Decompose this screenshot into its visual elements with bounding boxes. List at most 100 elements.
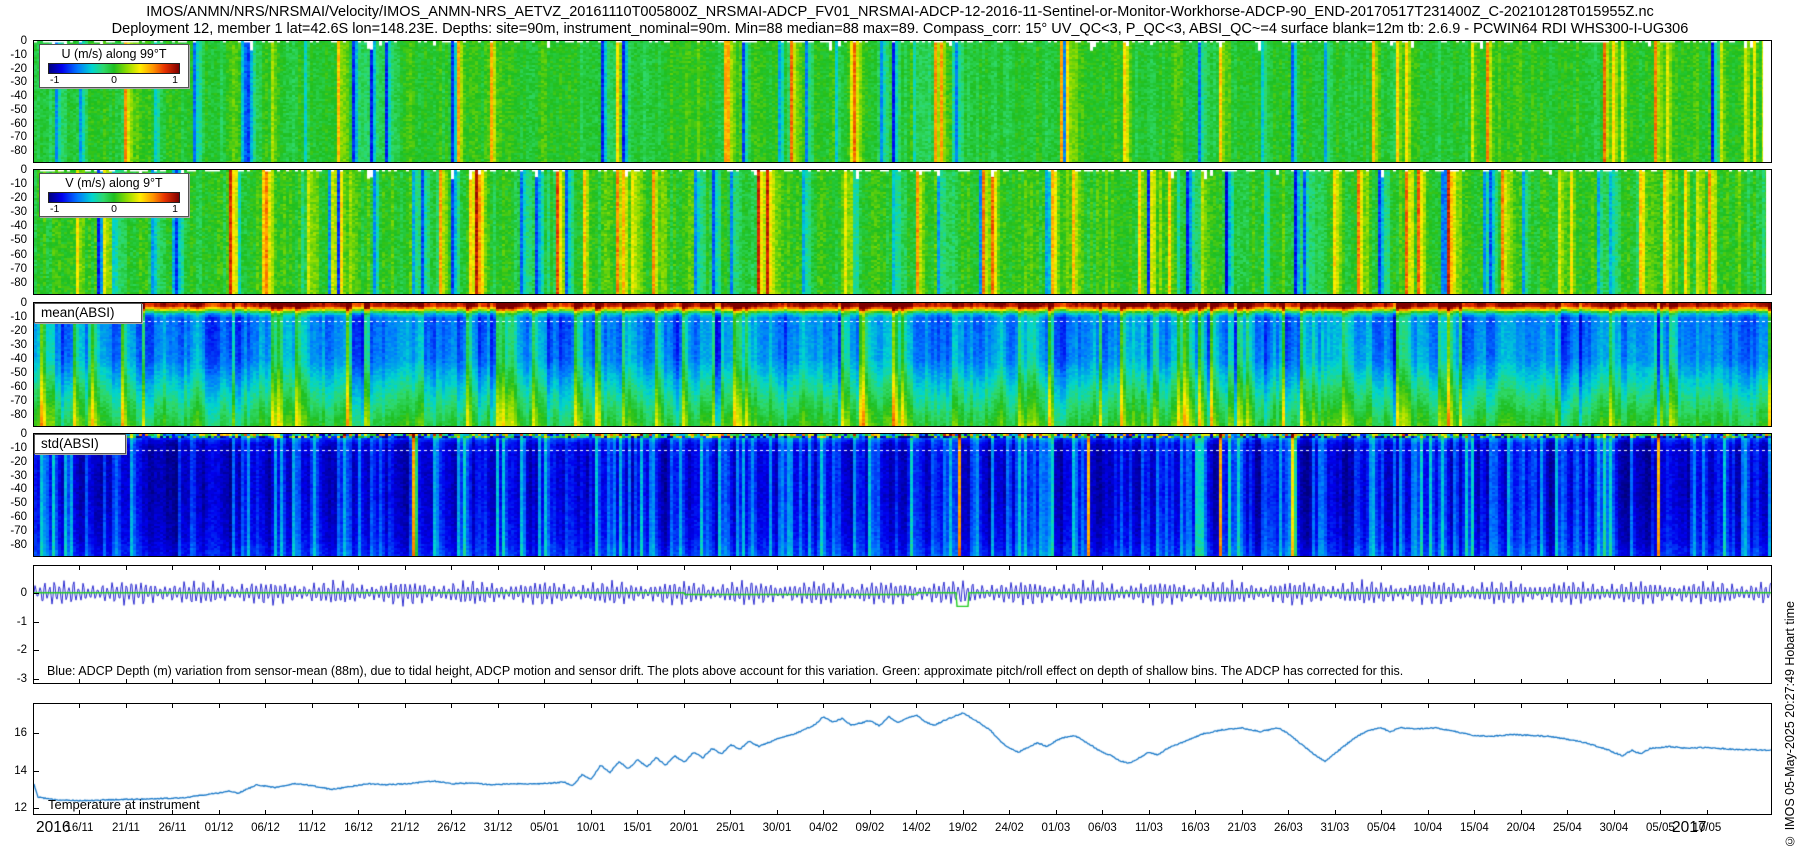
x-tick-mark	[916, 566, 917, 570]
x-tick-mark	[1707, 810, 1708, 814]
depth-tick-label: -20	[10, 192, 27, 204]
x-tick-mark	[1056, 810, 1057, 814]
x-tick-mark	[963, 679, 964, 683]
u-velocity-heatmap	[34, 41, 1771, 162]
x-tick-mark	[544, 810, 545, 814]
x-tick-mark	[963, 704, 964, 708]
depth-tick-label: -70	[10, 131, 27, 143]
x-tick-mark	[591, 566, 592, 570]
x-tick-mark	[265, 810, 266, 814]
x-tick-label: 06/12	[251, 822, 280, 834]
x-tick-label: 31/03	[1321, 822, 1350, 834]
panel-std-absi: 0-10-20-30-40-50-60-70-80 std(ABSI)	[33, 433, 1772, 557]
x-tick-mark	[1288, 566, 1289, 570]
x-tick-label: 24/02	[995, 822, 1024, 834]
x-tick-mark	[870, 566, 871, 570]
x-tick-label: 21/12	[391, 822, 420, 834]
panel-temperature: 161412 Temperature at instrument	[33, 703, 1772, 815]
x-tick-mark	[1474, 679, 1475, 683]
u-cbar-tick-min: -1	[50, 74, 59, 86]
x-tick-mark	[916, 704, 917, 708]
u-cbar-tick-mid: 0	[111, 74, 117, 86]
x-tick-mark	[637, 810, 638, 814]
x-tick-mark	[963, 810, 964, 814]
x-tick-mark	[312, 566, 313, 570]
y-tick-mark	[34, 650, 39, 651]
x-tick-mark	[312, 810, 313, 814]
x-tick-mark	[916, 679, 917, 683]
x-tick-mark	[451, 704, 452, 708]
v-cbar-tick-mid: 0	[111, 203, 117, 215]
x-tick-label: 30/01	[763, 822, 792, 834]
y-tick-label: 16	[14, 727, 27, 739]
x-tick-mark	[1707, 704, 1708, 708]
x-tick-mark	[126, 566, 127, 570]
title-line-1: IMOS/ANMN/NRS/NRSMAI/Velocity/IMOS_ANMN-…	[0, 4, 1800, 20]
x-tick-mark	[219, 566, 220, 570]
depth-tick-label: -30	[10, 339, 27, 351]
depth-tick-label: -10	[10, 178, 27, 190]
depth-tick-label: -80	[10, 277, 27, 289]
x-tick-mark	[172, 566, 173, 570]
x-tick-mark	[916, 810, 917, 814]
x-tick-label: 15/01	[623, 822, 652, 834]
x-tick-mark	[451, 679, 452, 683]
x-tick-mark	[405, 704, 406, 708]
x-tick-label: 20/01	[670, 822, 699, 834]
x-tick-label: 14/02	[902, 822, 931, 834]
x-tick-mark	[172, 810, 173, 814]
x-tick-mark	[1567, 704, 1568, 708]
x-axis: 2016 2017 16/1121/1126/1101/1206/1211/12…	[0, 818, 1800, 842]
x-tick-mark	[312, 679, 313, 683]
y-tick-mark	[34, 679, 39, 680]
mean-absi-label: mean(ABSI)	[34, 303, 142, 323]
depth-tick-label: -40	[10, 90, 27, 102]
x-tick-mark	[637, 704, 638, 708]
x-tick-mark	[591, 810, 592, 814]
x-tick-mark	[405, 810, 406, 814]
x-tick-mark	[1428, 566, 1429, 570]
panel-u-velocity: 0-10-20-30-40-50-60-70-80 U (m/s) along …	[33, 40, 1772, 163]
y-tick-label: 14	[14, 765, 27, 777]
x-tick-mark	[1428, 679, 1429, 683]
depth-tick-label: -40	[10, 220, 27, 232]
x-tick-label: 06/03	[1088, 822, 1117, 834]
x-tick-mark	[1195, 810, 1196, 814]
y-tick-mark	[34, 733, 39, 734]
x-tick-mark	[79, 704, 80, 708]
depth-tick-label: 0	[21, 428, 27, 440]
depth-tick-label: -80	[10, 145, 27, 157]
depth-tick-label: -10	[10, 49, 27, 61]
x-tick-mark	[730, 704, 731, 708]
depth-tick-label: -10	[10, 442, 27, 454]
x-tick-mark	[684, 679, 685, 683]
x-tick-mark	[1614, 566, 1615, 570]
temperature-label: Temperature at instrument	[48, 797, 200, 812]
x-tick-mark	[405, 679, 406, 683]
x-tick-mark	[963, 566, 964, 570]
x-tick-mark	[1474, 810, 1475, 814]
x-tick-mark	[1102, 679, 1103, 683]
x-tick-mark	[1056, 704, 1057, 708]
x-tick-mark	[1009, 810, 1010, 814]
depth-tick-label: -20	[10, 456, 27, 468]
depth-tick-label: -30	[10, 76, 27, 88]
x-tick-mark	[1102, 704, 1103, 708]
x-tick-label: 10/04	[1414, 822, 1443, 834]
x-tick-mark	[1009, 679, 1010, 683]
x-tick-mark	[684, 704, 685, 708]
x-tick-label: 01/12	[205, 822, 234, 834]
x-tick-mark	[1149, 810, 1150, 814]
x-tick-mark	[684, 566, 685, 570]
depth-note: Blue: ADCP Depth (m) variation from sens…	[47, 664, 1403, 678]
x-tick-mark	[870, 704, 871, 708]
depth-tick-label: -50	[10, 234, 27, 246]
depth-tick-label: -50	[10, 497, 27, 509]
x-tick-mark	[1614, 679, 1615, 683]
x-tick-mark	[1195, 566, 1196, 570]
std-absi-label: std(ABSI)	[34, 434, 126, 454]
x-tick-mark	[637, 679, 638, 683]
y-tick-mark	[34, 808, 39, 809]
x-tick-mark	[1149, 704, 1150, 708]
x-tick-mark	[1660, 566, 1661, 570]
